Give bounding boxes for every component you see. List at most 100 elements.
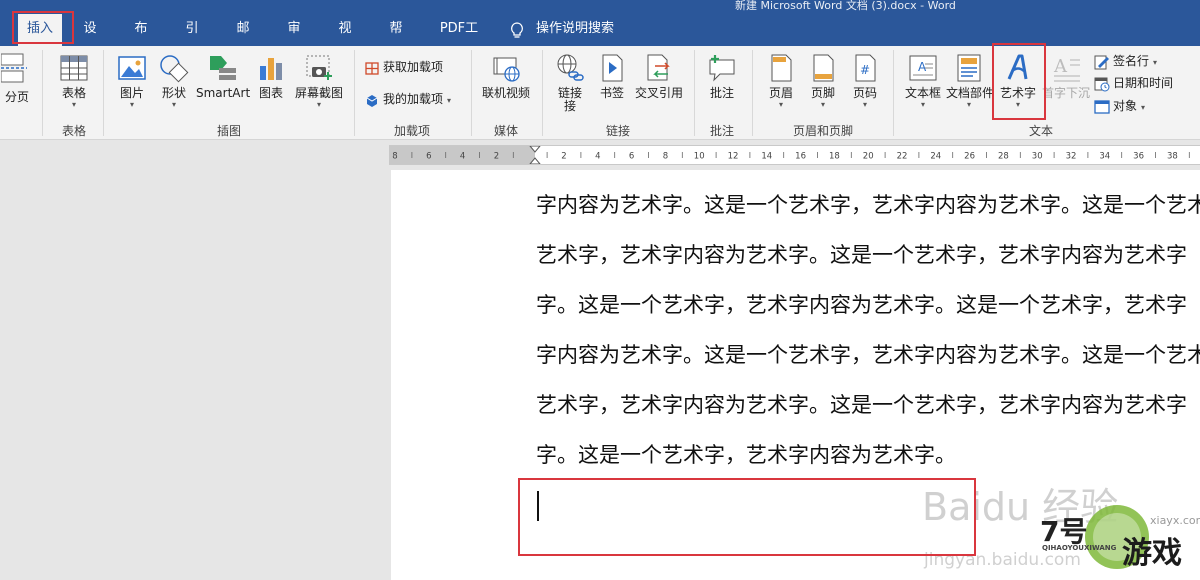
table-button[interactable]: 表格 ▾ <box>54 52 94 109</box>
group-label-links: 链接 <box>605 124 630 138</box>
ruler-number: 24 <box>930 152 941 162</box>
title-bar: 新建 Microsoft Word 文档 (3).docx - Word <box>0 0 1200 12</box>
chevron-down-icon: ▾ <box>1153 58 1158 67</box>
ruler-number: 26 <box>964 152 975 162</box>
ruler-ticks: 8 6 4 2 2 4 6 8 10 12 14 16 18 20 22 24 26 28 30 32 34 36 38 <box>392 146 1190 164</box>
tab-design[interactable]: 设计 <box>70 14 110 66</box>
ruler-number: 16 <box>795 152 806 162</box>
online-video-button[interactable]: 联机视频 <box>478 52 534 101</box>
picture-icon <box>118 56 146 80</box>
page-break-label: 分页 <box>4 90 29 104</box>
tab-view[interactable]: 视图 <box>325 14 365 66</box>
tab-layout[interactable]: 布局 <box>121 14 161 66</box>
my-addins-button[interactable]: 我的加载项 ▾ <box>364 88 451 110</box>
chevron-down-icon: ▾ <box>862 100 867 109</box>
chevron-down-icon: ▾ <box>316 100 321 109</box>
signature-line-label: 签名行 <box>1113 54 1150 68</box>
ruler-number: 2 <box>561 152 566 162</box>
cross-reference-button[interactable]: 交叉引用 <box>632 52 686 101</box>
footer-label: 页脚 <box>810 86 835 100</box>
date-time-label: 日期和时间 <box>1113 76 1174 90</box>
document-body[interactable]: 字内容为艺术字。这是一个艺术字，艺术字内容为艺术字。这是一个艺术 艺术字，艺术字… <box>536 186 1200 476</box>
comment-button[interactable]: 批注 <box>702 52 742 101</box>
ruler-number: 34 <box>1099 152 1110 162</box>
group-label-addins: 加载项 <box>393 124 430 138</box>
window-title: 新建 Microsoft Word 文档 (3).docx - Word <box>735 0 956 12</box>
object-button[interactable]: 对象 ▾ <box>1094 95 1145 117</box>
comment-icon <box>709 55 735 82</box>
addin-icon <box>366 94 378 107</box>
textbox-button[interactable]: A 文本框 ▾ <box>900 52 946 109</box>
drop-cap-button[interactable]: A 首字下沉 <box>1040 52 1092 101</box>
pictures-label: 图片 <box>119 86 144 100</box>
group-label-comments: 批注 <box>709 124 734 138</box>
signature-icon <box>1094 55 1109 69</box>
smartart-button[interactable]: SmartArt <box>196 52 250 101</box>
get-addins-button[interactable]: 获取加载项 <box>364 56 443 78</box>
ruler-number: 38 <box>1167 152 1178 162</box>
wordart-button[interactable]: 艺术字 ▾ <box>996 52 1040 109</box>
header-button[interactable]: 页眉 ▾ <box>762 52 800 109</box>
quick-parts-button[interactable]: 文档部件 ▾ <box>946 52 995 109</box>
link-button[interactable]: 链接 接 <box>550 52 590 114</box>
svg-text:A: A <box>1053 56 1068 77</box>
signature-line-button[interactable]: 签名行 ▾ <box>1094 50 1157 72</box>
text-cursor <box>537 491 539 521</box>
ruler-number: 4 <box>595 152 600 162</box>
indent-marker[interactable] <box>529 146 541 164</box>
ruler-number: 22 <box>897 152 908 162</box>
quick-parts-label: 文档部件 <box>946 86 995 100</box>
date-time-button[interactable]: 日期和时间 <box>1094 72 1173 94</box>
pictures-button[interactable]: 图片 ▾ <box>112 52 152 109</box>
shapes-button[interactable]: 形状 ▾ <box>154 52 194 109</box>
screenshot-button[interactable]: 屏幕截图 ▾ <box>292 52 346 109</box>
comment-label: 批注 <box>709 86 734 100</box>
page-number-icon: # <box>855 54 876 82</box>
screenshot-label: 屏幕截图 <box>294 86 343 100</box>
page-number-button[interactable]: # 页码 ▾ <box>846 52 884 109</box>
lightbulb-icon <box>511 22 523 38</box>
table-label: 表格 <box>61 86 86 100</box>
screenshot-icon <box>306 55 332 80</box>
tab-references[interactable]: 引用 <box>172 14 212 66</box>
chevron-down-icon: ▾ <box>447 96 452 105</box>
tab-pdf-tools[interactable]: PDF工具 <box>427 14 491 66</box>
online-video-label: 联机视频 <box>481 86 530 100</box>
chevron-down-icon: ▾ <box>1141 103 1146 112</box>
wordart-icon <box>1007 54 1028 80</box>
page-break-button[interactable]: 分页 <box>0 52 34 105</box>
chevron-down-icon: ▾ <box>920 100 925 109</box>
document-line: 字内容为艺术字。这是一个艺术字，艺术字内容为艺术字。这是一个艺术 <box>536 193 1200 217</box>
ruler-number: 36 <box>1133 152 1144 162</box>
ruler-number: 20 <box>863 152 874 162</box>
textbox-label: 文本框 <box>904 86 941 100</box>
footer-icon <box>813 54 834 82</box>
cross-reference-label: 交叉引用 <box>634 86 683 100</box>
svg-text:#: # <box>860 63 870 77</box>
ruler-number: 30 <box>1032 152 1043 162</box>
tab-help[interactable]: 帮助 <box>376 14 416 66</box>
drop-cap-icon: A <box>1053 56 1080 82</box>
group-separator <box>694 50 695 136</box>
bookmark-button[interactable]: 书签 <box>594 52 630 101</box>
horizontal-ruler[interactable]: 8 6 4 2 2 4 6 8 10 12 14 16 18 20 22 24 26 28 30 32 34 36 38 <box>389 145 1200 165</box>
tab-insert[interactable]: 插入 <box>18 14 62 46</box>
object-label: 对象 <box>1113 99 1138 113</box>
drop-cap-label: 首字下沉 <box>1041 86 1090 100</box>
group-label-illustrations: 插图 <box>216 124 241 138</box>
tab-mailings[interactable]: 邮件 <box>223 14 263 66</box>
chart-button[interactable]: 图表 <box>252 52 290 101</box>
link-icon <box>557 54 584 81</box>
ruler-number: 4 <box>460 152 465 162</box>
header-label: 页眉 <box>768 86 793 100</box>
get-addins-label: 获取加载项 <box>383 60 444 74</box>
ruler-number: 6 <box>629 152 634 162</box>
page-break-icon <box>1 53 27 83</box>
ruler-number: 8 <box>663 152 668 162</box>
smartart-label: SmartArt <box>196 86 251 100</box>
chart-label: 图表 <box>258 86 283 100</box>
footer-button[interactable]: 页脚 ▾ <box>804 52 842 109</box>
textbox-icon: A <box>909 55 937 81</box>
group-separator <box>542 50 543 136</box>
tab-review[interactable]: 审阅 <box>274 14 314 66</box>
